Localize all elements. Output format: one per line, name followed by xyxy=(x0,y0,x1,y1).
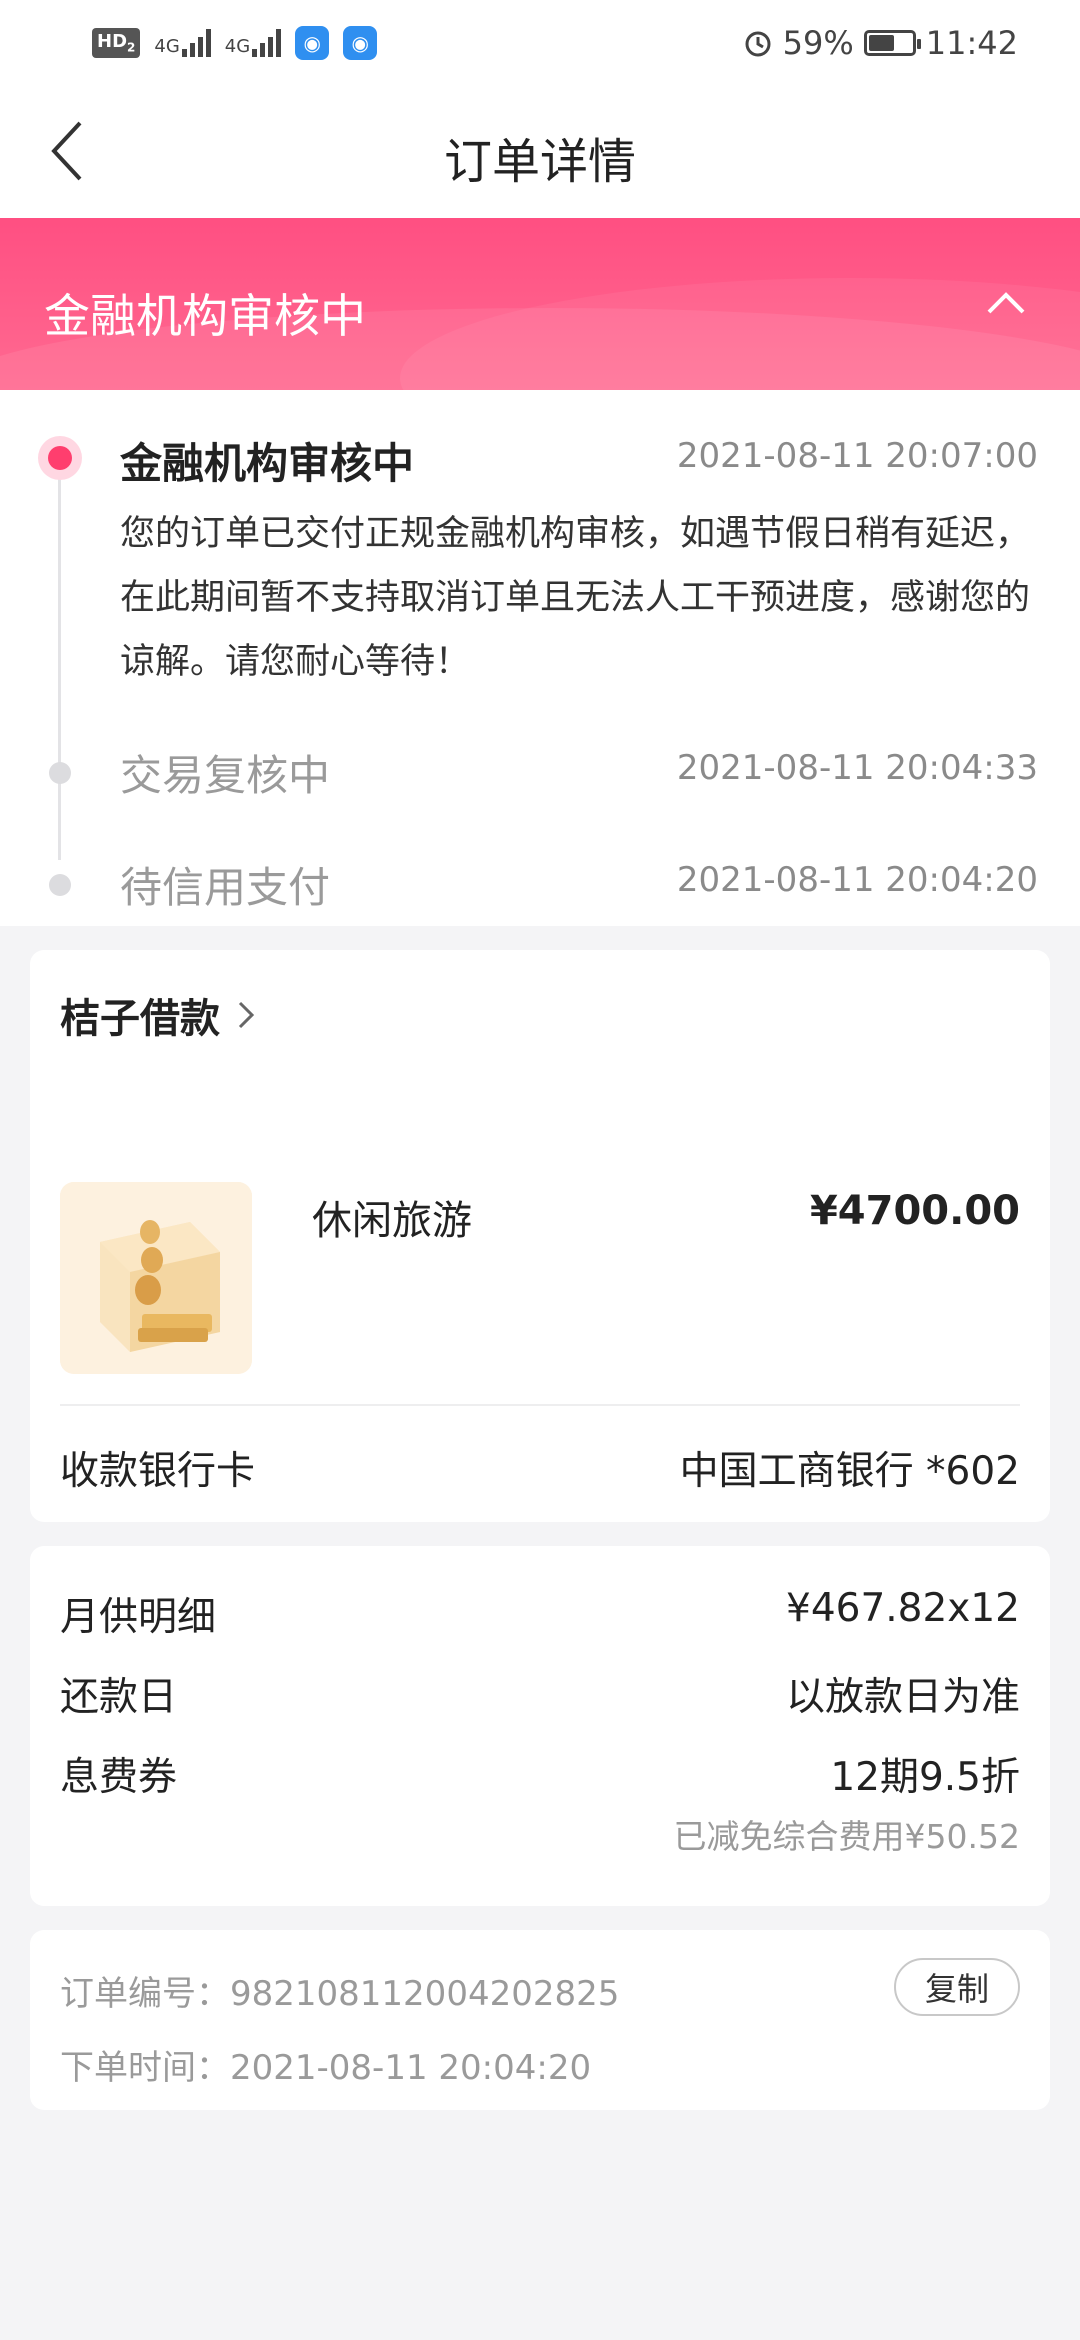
repayment-card: 月供明细 ¥467.82x12 还款日 以放款日为准 息费券 12期9.5折 已… xyxy=(30,1546,1050,1906)
bank-card-label: 收款银行卡 xyxy=(60,1449,256,1494)
banner-title: 金融机构审核中 xyxy=(44,289,366,343)
status-right: 59% 11:42 xyxy=(743,24,1018,62)
status-left: HD2 4G 4G ◉ ◉ xyxy=(92,26,378,60)
product-price: ¥4700.00 xyxy=(809,1188,1020,1234)
signal-icon-1: 4G xyxy=(154,29,211,57)
collapse-button[interactable] xyxy=(976,278,1036,328)
timeline-dot-active xyxy=(38,436,82,480)
page-title: 订单详情 xyxy=(443,134,636,190)
wifi-icon: ◉ xyxy=(295,26,330,60)
battery-percent: 59% xyxy=(782,24,854,62)
hd-badge: HD2 xyxy=(92,28,141,58)
timeline-step-desc: 您的订单已交付正规金融机构审核，如遇节假日稍有延迟，在此期间暂不支持取消订单且无… xyxy=(120,514,1031,682)
order-time: 下单时间：2021-08-11 20:04:20 xyxy=(60,2048,592,2088)
bank-card-value: 中国工商银行 *602 xyxy=(679,1449,1020,1494)
status-bar: HD2 4G 4G ◉ ◉ 59% 11:42 xyxy=(0,0,1080,86)
monthly-payment-label: 月供明细 xyxy=(60,1595,217,1640)
timeline-dot xyxy=(49,762,71,784)
signal-icon-2: 4G xyxy=(225,29,282,57)
chevron-up-icon xyxy=(987,292,1025,314)
loan-card: 桔子借款 休闲旅游 ¥4700.00 收款银行卡 中国工商银行 *602 xyxy=(30,950,1050,1522)
lender-link[interactable]: 桔子借款 xyxy=(60,986,256,1044)
due-date-label: 还款日 xyxy=(60,1675,178,1720)
due-date-value: 以放款日为准 xyxy=(785,1675,1020,1720)
order-info-card: 订单编号：982108112004202825 复制 下单时间：2021-08-… xyxy=(30,1930,1050,2110)
coupon-label: 息费券 xyxy=(60,1755,178,1800)
chevron-right-icon xyxy=(238,1001,255,1029)
divider xyxy=(60,1404,1020,1406)
timeline-step-time: 2021-08-11 20:04:20 xyxy=(676,860,1038,900)
discount-note: 已减免综合费用¥50.52 xyxy=(673,1817,1020,1856)
order-number: 订单编号：982108112004202825 xyxy=(60,1974,620,2014)
progress-timeline: 金融机构审核中 2021-08-11 20:07:00 您的订单已交付正规金融机… xyxy=(0,390,1080,926)
nav-bar: 订单详情 xyxy=(0,86,1080,218)
timeline-step-time: 2021-08-11 20:07:00 xyxy=(676,436,1038,476)
clock: 11:42 xyxy=(925,24,1018,62)
lender-name: 桔子借款 xyxy=(60,996,220,1042)
product-image xyxy=(60,1182,252,1374)
coupon-value: 12期9.5折 xyxy=(830,1755,1020,1800)
timeline-step-time: 2021-08-11 20:04:33 xyxy=(676,748,1038,788)
timeline-dot xyxy=(49,874,71,896)
status-banner: 金融机构审核中 xyxy=(0,218,1080,390)
coin-box-illustration xyxy=(60,1182,252,1374)
timeline-step-title: 待信用支付 xyxy=(120,863,331,912)
copy-button[interactable]: 复制 xyxy=(894,1958,1020,2016)
timeline-step-title: 交易复核中 xyxy=(120,751,331,800)
battery-icon xyxy=(863,30,921,56)
wifi-icon-2: ◉ xyxy=(343,26,378,60)
product-name: 休闲旅游 xyxy=(312,1198,472,1244)
monthly-payment-value: ¥467.82x12 xyxy=(786,1586,1020,1631)
timeline-line xyxy=(58,460,61,860)
timeline-step-title: 金融机构审核中 xyxy=(120,439,415,488)
alarm-icon xyxy=(745,31,771,57)
